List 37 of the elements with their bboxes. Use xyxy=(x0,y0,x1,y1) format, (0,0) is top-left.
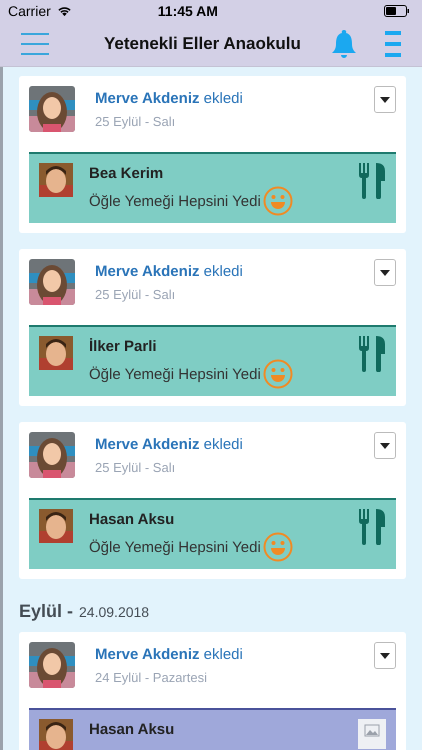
smiley-icon xyxy=(262,186,293,216)
dropdown-button[interactable] xyxy=(374,86,396,113)
smiley-icon xyxy=(262,359,293,389)
image-icon xyxy=(358,719,386,749)
dropdown-button[interactable] xyxy=(374,642,396,669)
caret-icon xyxy=(380,96,390,102)
child-name: İlker Parli xyxy=(89,338,158,355)
post-date: 25 Eylül - Salı xyxy=(95,114,176,129)
activity-text: Öğle Yemeği Hepsini Yedi xyxy=(89,192,261,210)
child-name: Bea Kerim xyxy=(89,165,164,182)
caret-icon xyxy=(380,442,390,448)
school-title: Yetenekli Eller Anaokulu xyxy=(104,34,301,54)
dropdown-button[interactable] xyxy=(374,259,396,286)
clock-time: 11:45 AM xyxy=(158,3,219,19)
activity-text: Öğle Yemeği Hepsini Yedi xyxy=(89,366,261,382)
fork-knife-icon xyxy=(358,336,386,372)
activity-text: Öğle Yemeği Hepsini Yedi xyxy=(89,538,261,556)
caret-icon xyxy=(380,652,390,658)
post-date: 25 Eylül - Salı xyxy=(95,460,176,475)
child-name: Hasan Aksu xyxy=(89,511,176,528)
month-heading: Eylül - xyxy=(19,601,74,622)
dropdown-button[interactable] xyxy=(374,432,396,459)
author-line: Merve Akdeniz ekledi xyxy=(95,90,244,107)
fork-knife-icon xyxy=(358,163,386,199)
child-name: Hasan Aksu xyxy=(89,721,176,738)
wifi-icon xyxy=(56,6,72,16)
battery-icon xyxy=(384,5,410,17)
post-date: 25 Eylül - Salı xyxy=(95,287,176,302)
caret-icon xyxy=(380,270,390,276)
fork-knife-icon xyxy=(358,509,386,545)
author-line: Merve Akdeniz ekledi xyxy=(95,263,244,280)
carrier-label: Carrier xyxy=(8,3,51,19)
post-date: 24 Eylül - Pazartesi xyxy=(95,670,208,685)
author-line: Merve Akdeniz ekledi xyxy=(95,436,244,453)
smiley-icon xyxy=(262,532,293,562)
date-heading: 24.09.2018 xyxy=(79,604,150,620)
author-line: Merve Akdeniz ekledi xyxy=(95,646,244,663)
